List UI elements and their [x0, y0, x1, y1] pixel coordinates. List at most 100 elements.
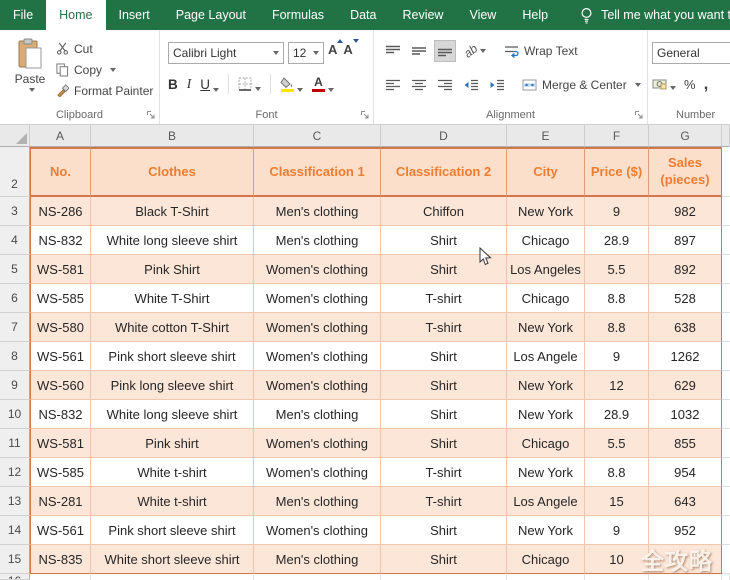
- cell-f12[interactable]: 8.8: [585, 458, 649, 487]
- comma-style-button[interactable]: ,: [704, 74, 709, 94]
- tab-review[interactable]: Review: [389, 0, 456, 30]
- cell-h11[interactable]: [722, 429, 730, 458]
- cell-d13[interactable]: T-shirt: [381, 487, 507, 516]
- row-header-4[interactable]: 4: [0, 226, 30, 255]
- header-cell-classification-2[interactable]: Classification 2: [381, 147, 507, 197]
- cell-f15[interactable]: 10: [585, 545, 649, 574]
- clipboard-dialog-launcher[interactable]: [146, 110, 156, 120]
- cell-c12[interactable]: Women's clothing: [254, 458, 381, 487]
- cell-h8[interactable]: [722, 342, 730, 371]
- column-header-e[interactable]: E: [507, 125, 585, 147]
- cell-b11[interactable]: Pink shirt: [91, 429, 254, 458]
- tab-file[interactable]: File: [0, 0, 46, 30]
- cell-h13[interactable]: [722, 487, 730, 516]
- cell-d11[interactable]: Shirt: [381, 429, 507, 458]
- merge-center-button[interactable]: Merge & Center: [522, 78, 641, 92]
- tab-data[interactable]: Data: [337, 0, 389, 30]
- cell-c11[interactable]: Women's clothing: [254, 429, 381, 458]
- cell-a11[interactable]: WS-581: [30, 429, 91, 458]
- cell-d4[interactable]: Shirt: [381, 226, 507, 255]
- tab-formulas[interactable]: Formulas: [259, 0, 337, 30]
- paste-button[interactable]: Paste: [8, 38, 52, 106]
- top-align-button[interactable]: [382, 40, 404, 62]
- header-cell-classification-1[interactable]: Classification 1: [254, 147, 381, 197]
- cell-e16[interactable]: [507, 574, 585, 580]
- cell-a5[interactable]: WS-581: [30, 255, 91, 284]
- cell-g10[interactable]: 1032: [649, 400, 722, 429]
- cell-d7[interactable]: T-shirt: [381, 313, 507, 342]
- cell-g13[interactable]: 643: [649, 487, 722, 516]
- cell-b4[interactable]: White long sleeve shirt: [91, 226, 254, 255]
- row-header-15[interactable]: 15: [0, 545, 30, 574]
- cell-f14[interactable]: 9: [585, 516, 649, 545]
- header-cell-no[interactable]: No.: [30, 147, 91, 197]
- cell-c5[interactable]: Women's clothing: [254, 255, 381, 284]
- column-header-g[interactable]: G: [649, 125, 722, 147]
- row-header-11[interactable]: 11: [0, 429, 30, 458]
- header-cell-city[interactable]: City: [507, 147, 585, 197]
- orientation-button[interactable]: ab: [460, 40, 490, 62]
- cell-d14[interactable]: Shirt: [381, 516, 507, 545]
- cell-a4[interactable]: NS-832: [30, 226, 91, 255]
- cell-g11[interactable]: 855: [649, 429, 722, 458]
- tab-help[interactable]: Help: [509, 0, 561, 30]
- cell-f11[interactable]: 5.5: [585, 429, 649, 458]
- tab-insert[interactable]: Insert: [106, 0, 163, 30]
- cell-f4[interactable]: 28.9: [585, 226, 649, 255]
- cell-d16[interactable]: [381, 574, 507, 580]
- row-header-16[interactable]: 16: [0, 574, 30, 580]
- cut-button[interactable]: Cut: [56, 38, 153, 59]
- font-dialog-launcher[interactable]: [360, 110, 370, 120]
- cell-c13[interactable]: Men's clothing: [254, 487, 381, 516]
- cell-e7[interactable]: New York: [507, 313, 585, 342]
- cell-f9[interactable]: 12: [585, 371, 649, 400]
- cell-e9[interactable]: New York: [507, 371, 585, 400]
- cell-a15[interactable]: NS-835: [30, 545, 91, 574]
- cell-e14[interactable]: New York: [507, 516, 585, 545]
- cell-g6[interactable]: 528: [649, 284, 722, 313]
- cell-h15[interactable]: [722, 545, 730, 574]
- cell-c14[interactable]: Women's clothing: [254, 516, 381, 545]
- column-header-f[interactable]: F: [585, 125, 649, 147]
- cell-h6[interactable]: [722, 284, 730, 313]
- alignment-dialog-launcher[interactable]: [634, 110, 644, 120]
- increase-indent-button[interactable]: [486, 74, 508, 96]
- cell-b14[interactable]: Pink short sleeve shirt: [91, 516, 254, 545]
- column-header-c[interactable]: C: [254, 125, 381, 147]
- row-header-7[interactable]: 7: [0, 313, 30, 342]
- align-left-button[interactable]: [382, 74, 404, 96]
- cell-g5[interactable]: 892: [649, 255, 722, 284]
- cell-d6[interactable]: T-shirt: [381, 284, 507, 313]
- header-cell-sales[interactable]: Sales (pieces): [649, 147, 722, 197]
- borders-button[interactable]: [238, 77, 261, 91]
- cell-e12[interactable]: New York: [507, 458, 585, 487]
- cell-a3[interactable]: NS-286: [30, 197, 91, 226]
- cell-g16[interactable]: [649, 574, 722, 580]
- cell-f10[interactable]: 28.9: [585, 400, 649, 429]
- cell-b15[interactable]: White short sleeve shirt: [91, 545, 254, 574]
- row-header-9[interactable]: 9: [0, 371, 30, 400]
- cell-h7[interactable]: [722, 313, 730, 342]
- cell-a13[interactable]: NS-281: [30, 487, 91, 516]
- cell-e5[interactable]: Los Angeles: [507, 255, 585, 284]
- font-color-button[interactable]: A: [312, 76, 334, 92]
- column-header-h-sliver[interactable]: [722, 125, 730, 147]
- number-format-combobox[interactable]: General: [652, 42, 730, 64]
- cell-a10[interactable]: NS-832: [30, 400, 91, 429]
- cell-b10[interactable]: White long sleeve shirt: [91, 400, 254, 429]
- cell-a7[interactable]: WS-580: [30, 313, 91, 342]
- cell-c4[interactable]: Men's clothing: [254, 226, 381, 255]
- font-size-combobox[interactable]: 12: [288, 42, 324, 64]
- cell-f16[interactable]: [585, 574, 649, 580]
- row-header-13[interactable]: 13: [0, 487, 30, 516]
- format-painter-button[interactable]: Format Painter: [56, 80, 153, 101]
- cell-h16[interactable]: [722, 574, 730, 580]
- cell-d5[interactable]: Shirt: [381, 255, 507, 284]
- cell-c7[interactable]: Women's clothing: [254, 313, 381, 342]
- cell-b3[interactable]: Black T-Shirt: [91, 197, 254, 226]
- cell-b13[interactable]: White t-shirt: [91, 487, 254, 516]
- tab-view[interactable]: View: [456, 0, 509, 30]
- tab-home[interactable]: Home: [46, 0, 106, 30]
- cell-c10[interactable]: Men's clothing: [254, 400, 381, 429]
- cell-d12[interactable]: T-shirt: [381, 458, 507, 487]
